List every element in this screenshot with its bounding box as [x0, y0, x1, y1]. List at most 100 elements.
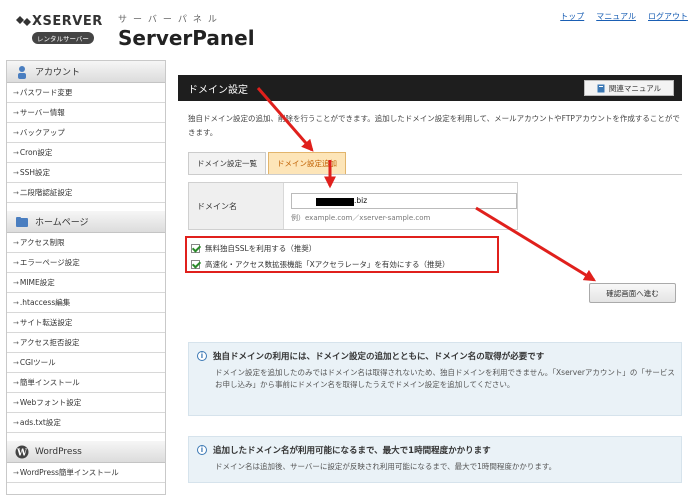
info-box-propagation: i 追加したドメイン名が利用可能になるまで、最大で1時間程度かかります ドメイン…: [188, 436, 682, 483]
domain-hint: 例）example.com／xserver-sample.com: [291, 214, 431, 222]
sidebar-item-mime[interactable]: → MIME設定: [7, 273, 165, 293]
sidebar-item-cron[interactable]: → Cron設定: [7, 143, 165, 163]
sidebar-item-label: サーバー情報: [19, 108, 65, 117]
sidebar-item-backup[interactable]: → バックアップ: [7, 123, 165, 143]
sidebar-item-web-font[interactable]: → Webフォント設定: [7, 393, 165, 413]
arrow-icon: →: [13, 238, 19, 247]
sidebar-item-2fa[interactable]: → 二段階認証設定: [7, 183, 165, 203]
sidebar: アカウント → パスワード変更 → サーバー情報 → バックアップ → Cron設定 →…: [6, 60, 166, 495]
logo-name: XSERVER: [32, 14, 103, 29]
sidebar-item-label: エラーページ設定: [19, 258, 80, 267]
sidebar-section-account: アカウント: [7, 61, 165, 83]
sidebar-item-access-deny[interactable]: → アクセス拒否設定: [7, 333, 165, 353]
info-heading: i 独自ドメインの利用には、ドメイン設定の追加とともに、ドメイン名の取得が必要で…: [197, 350, 544, 362]
panel-kana: サーバーパネル: [118, 15, 223, 25]
book-icon: [597, 84, 605, 92]
masked-redaction: [316, 198, 354, 206]
arrow-icon: →: [13, 88, 19, 97]
sidebar-item-htaccess[interactable]: → .htaccess編集: [7, 293, 165, 313]
sidebar-item-easy-install[interactable]: → 簡単インストール: [7, 373, 165, 393]
tab-domain-add[interactable]: ドメイン設定追加: [268, 152, 346, 174]
intro-text: 独自ドメイン設定の追加、削除を行うことができます。追加したドメイン設定を利用して…: [188, 114, 680, 137]
sidebar-item-password[interactable]: → パスワード変更: [7, 83, 165, 103]
arrow-icon: →: [13, 318, 19, 327]
arrow-icon: →: [13, 468, 19, 477]
arrow-icon: →: [13, 358, 19, 367]
sidebar-item-label: サイト転送設定: [19, 318, 73, 327]
link-top[interactable]: トップ: [560, 11, 584, 22]
related-manual-button[interactable]: 関連マニュアル: [584, 80, 674, 96]
arrow-icon: →: [13, 418, 19, 427]
info-body: ドメイン名は追加後、サーバーに設定が反映され利用可能になるまで、最大で1時間程度…: [215, 462, 557, 471]
page-title-bar: ドメイン設定 関連マニュアル: [178, 75, 682, 101]
info-heading-text: 追加したドメイン名が利用可能になるまで、最大で1時間程度かかります: [213, 446, 491, 456]
ssl-checkbox[interactable]: [191, 243, 200, 253]
info-heading-text: 独自ドメインの利用には、ドメイン設定の追加とともに、ドメイン名の取得が必要です: [213, 352, 545, 362]
arrow-icon: →: [13, 278, 19, 287]
sidebar-item-ads-txt[interactable]: → ads.txt設定: [7, 413, 165, 433]
sidebar-item-ssh[interactable]: → SSH設定: [7, 163, 165, 183]
arrow-icon: →: [13, 148, 19, 157]
domain-label: ドメイン名: [189, 183, 284, 229]
domain-input[interactable]: .biz: [291, 193, 517, 209]
option-free-ssl[interactable]: 無料独自SSLを利用する（推奨）: [191, 241, 316, 255]
sidebar-item-label: 簡単インストール: [19, 378, 80, 387]
sidebar-item-label: .htaccess編集: [19, 298, 71, 307]
arrow-icon: →: [13, 298, 19, 307]
main-content: ドメイン設定 関連マニュアル 独自ドメイン設定の追加、削除を行うことができます。…: [178, 60, 692, 495]
sidebar-item-label: Cron設定: [19, 148, 53, 157]
person-icon: [18, 65, 26, 79]
page-title: ドメイン設定: [188, 85, 248, 96]
sidebar-item-cgi[interactable]: → CGIツール: [7, 353, 165, 373]
sidebar-section-homepage: ホームページ: [7, 211, 165, 233]
option-x-accelerator[interactable]: 高速化・アクセス数拡張機能「Xアクセラレータ」を有効にする（推奨）: [191, 257, 449, 271]
sidebar-item-label: パスワード変更: [19, 88, 73, 97]
accelerator-checkbox[interactable]: [191, 259, 200, 269]
option-label: 高速化・アクセス数拡張機能「Xアクセラレータ」を有効にする（推奨）: [205, 259, 450, 269]
link-logout[interactable]: ログアウト: [648, 11, 688, 22]
info-icon: i: [197, 351, 207, 361]
options-highlight-box: 無料独自SSLを利用する（推奨） 高速化・アクセス数拡張機能「Xアクセラレータ」…: [185, 236, 499, 273]
arrow-icon: →: [13, 188, 19, 197]
sidebar-item-label: MIME設定: [19, 278, 55, 287]
tab-underline: [188, 174, 682, 175]
sidebar-item-error-page[interactable]: → エラーページ設定: [7, 253, 165, 273]
sidebar-list-wordpress: → WordPress簡単インストール: [7, 463, 165, 483]
sidebar-item-server-info[interactable]: → サーバー情報: [7, 103, 165, 123]
link-manual[interactable]: マニュアル: [596, 11, 636, 22]
sidebar-section-title: WordPress: [35, 446, 82, 457]
svg-text:W: W: [16, 448, 28, 458]
sidebar-item-wp-install[interactable]: → WordPress簡単インストール: [7, 463, 165, 483]
top-links: トップ マニュアル ログアウト: [560, 11, 688, 22]
arrow-icon: →: [13, 338, 19, 347]
confirm-button[interactable]: 確認画面へ進む: [589, 283, 676, 303]
arrow-icon: →: [13, 108, 19, 117]
sidebar-item-label: 二段階認証設定: [19, 188, 73, 197]
info-body: ドメイン設定を追加したのみではドメイン名は取得されないため、独自ドメインを利用で…: [215, 368, 675, 389]
folder-icon: [16, 216, 28, 227]
related-manual-label: 関連マニュアル: [608, 83, 662, 93]
sidebar-list-account: → パスワード変更 → サーバー情報 → バックアップ → Cron設定 → SSH設定 …: [7, 83, 165, 203]
arrow-icon: →: [13, 168, 19, 177]
sidebar-section-wordpress: W WordPress: [7, 441, 165, 463]
sidebar-item-label: アクセス制限: [19, 238, 65, 247]
tab-domain-list[interactable]: ドメイン設定一覧: [188, 152, 266, 174]
sidebar-item-access-limit[interactable]: → アクセス制限: [7, 233, 165, 253]
sidebar-item-label: Webフォント設定: [19, 398, 82, 407]
tab-bar: ドメイン設定一覧 ドメイン設定追加: [188, 152, 346, 174]
arrow-icon: →: [13, 258, 19, 267]
xserver-logo-icon: [16, 16, 31, 26]
info-heading: i 追加したドメイン名が利用可能になるまで、最大で1時間程度かかります: [197, 444, 491, 456]
panel-name: ServerPanel: [118, 26, 255, 50]
sidebar-section-title: ホームページ: [35, 218, 89, 228]
sidebar-item-label: CGIツール: [19, 358, 56, 367]
sidebar-section-title: アカウント: [35, 68, 81, 78]
option-label: 無料独自SSLを利用する（推奨）: [205, 243, 317, 253]
domain-form: ドメイン名 .biz 例）example.com／xserver-sample.…: [188, 182, 518, 230]
sidebar-list-homepage: → アクセス制限 → エラーページ設定 → MIME設定 → .htaccess編集 →…: [7, 233, 165, 433]
header: XSERVER レンタルサーバー サーバーパネル ServerPanel トップ…: [0, 0, 700, 58]
sidebar-item-site-transfer[interactable]: → サイト転送設定: [7, 313, 165, 333]
wordpress-icon: W: [15, 445, 29, 458]
